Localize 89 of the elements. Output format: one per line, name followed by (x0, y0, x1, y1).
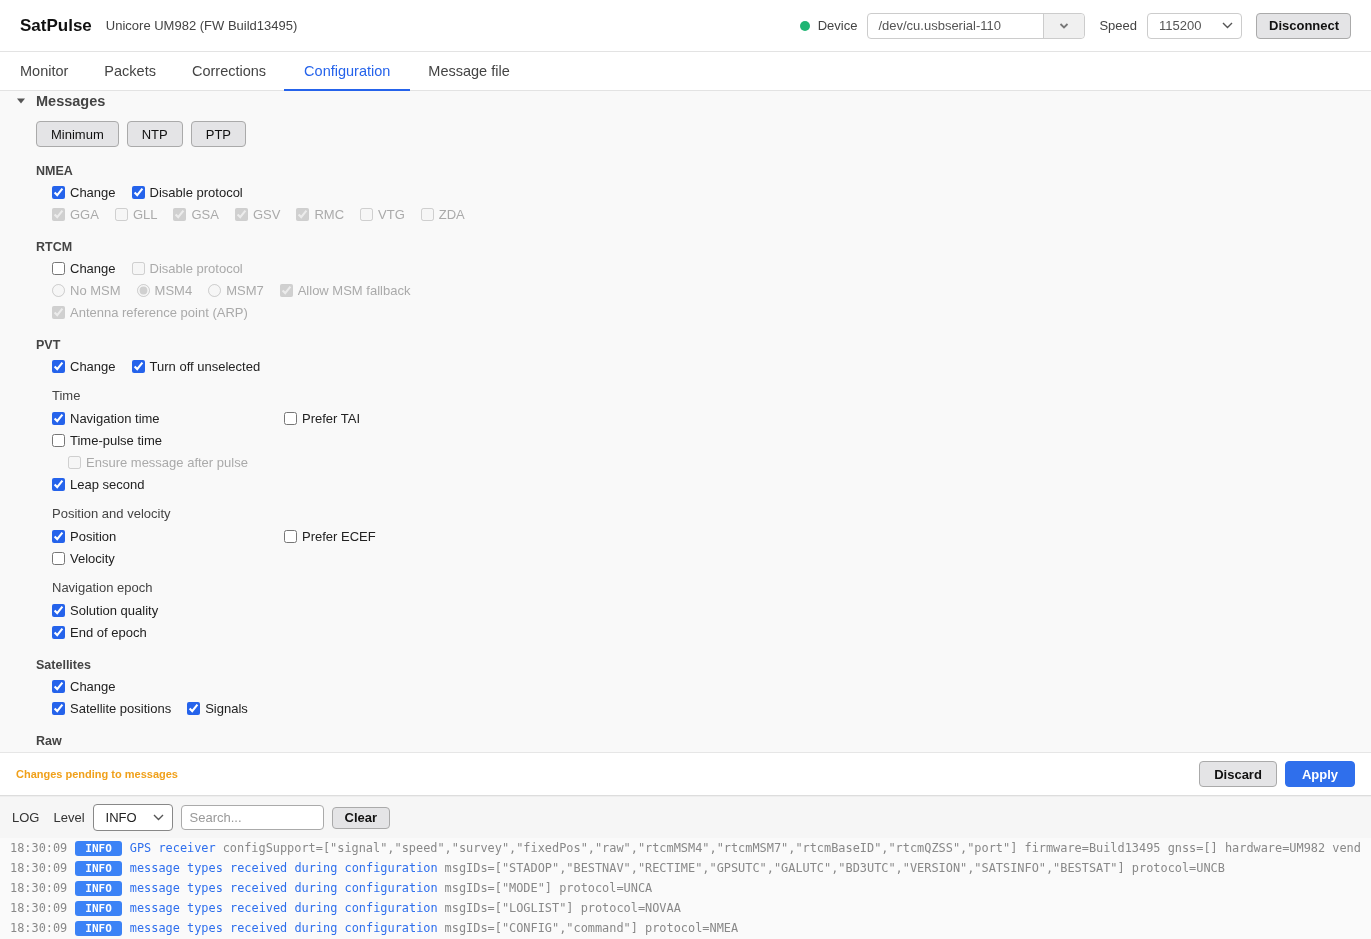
checkbox[interactable] (52, 625, 65, 639)
group-title: Satellites (36, 657, 92, 674)
level-badge: INFO (75, 900, 122, 916)
group-title: NMEA (36, 163, 74, 180)
log-fields: configSupport=["signal","speed","survey","fixedPos","raw","rtcmMSM4","rtcmMSM7","rtcmBaseID","rtcmQZSS","port"] firmware=Build13495 gnss=[] hardware=UM982 vend (222, 841, 1361, 855)
option-label[interactable]: Prefer TAI (302, 410, 361, 426)
log-fields: msgIDs=["CONFIG","command"] protocol=NMEA (444, 921, 739, 935)
checkbox[interactable] (187, 701, 201, 715)
option-label[interactable]: Leap second (70, 476, 145, 492)
log-message: GPS receiver (129, 841, 216, 855)
tab[interactable]: Corrections (173, 52, 285, 91)
log-time: 18:30:09 (10, 901, 68, 915)
subgroup-title: Navigation epoch (52, 579, 154, 597)
subgroup-title: Time (52, 387, 82, 405)
device-model: Unicore UM982 (FW Build13495) (105, 18, 298, 33)
log-message: message types received during configuration (129, 861, 438, 875)
subgroup-title: Position and velocity (52, 505, 172, 523)
checkbox[interactable] (52, 261, 65, 275)
checkbox[interactable] (52, 701, 65, 715)
checkbox[interactable] (131, 359, 145, 373)
log-time: 18:30:09 (10, 921, 68, 935)
log-title: LOG (12, 810, 40, 825)
speed-label: Speed (1099, 18, 1137, 33)
tab[interactable]: Packets (86, 52, 174, 91)
group-title: Raw (36, 733, 63, 750)
log-fields: msgIDs=["LOGLIST"] protocol=NOVAA (444, 901, 681, 915)
tab[interactable]: Monitor (2, 52, 87, 91)
option-label[interactable]: Change (70, 358, 116, 374)
log-time: 18:30:09 (10, 841, 68, 855)
checkbox[interactable] (52, 433, 65, 447)
option-label[interactable]: Navigation time (70, 410, 160, 426)
checkbox[interactable] (131, 185, 145, 199)
chevron-icon (1059, 22, 1070, 29)
option-label[interactable]: End of epoch (70, 624, 147, 640)
log-fields: msgIDs=["MODE"] protocol=UNCA (444, 881, 653, 895)
chevron-icon (1222, 22, 1233, 29)
checkbox[interactable] (284, 529, 297, 543)
tab[interactable]: Message file (410, 52, 528, 91)
log-fields: msgIDs=["STADOP","BESTNAV","RECTIME","GPSUTC","GALUTC","BD3UTC","VERSION","SATSINFO","BESTSAT"] protocol=UNCB (444, 861, 1225, 875)
checkbox[interactable] (52, 411, 65, 425)
disconnect-button[interactable]: Disconnect (1256, 12, 1351, 39)
speed-select[interactable]: 115200 (1147, 12, 1242, 39)
disclosure-triangle-icon[interactable] (16, 97, 26, 105)
device-label: Device (817, 18, 858, 33)
device-field[interactable]: /dev/cu.usbserial-110 (867, 12, 1086, 39)
clear-button[interactable]: Clear (331, 806, 391, 829)
log-message: message types received during configuration (129, 901, 438, 915)
pending-message: Changes pending to messages (16, 768, 178, 780)
checkbox[interactable] (52, 679, 65, 693)
log-message: message types received during configuration (129, 881, 438, 895)
chevron-icon (152, 814, 164, 821)
app-title: SatPulse (20, 15, 92, 36)
checkbox[interactable] (52, 603, 65, 617)
checkbox[interactable] (52, 551, 65, 565)
log-message: message types received during configuration (129, 921, 438, 935)
apply-button[interactable]: Apply (1284, 761, 1355, 787)
group-title: RTCM (36, 239, 74, 256)
log-time: 18:30:09 (10, 881, 68, 895)
checkbox[interactable] (52, 529, 65, 543)
option-label[interactable]: Solution quality (70, 602, 159, 618)
option-label[interactable]: Change (70, 184, 116, 200)
option-label[interactable]: Time-pulse time (70, 432, 162, 448)
option-label[interactable]: Disable protocol (149, 184, 243, 200)
level-select[interactable]: INFO (92, 804, 173, 831)
checkbox[interactable] (284, 411, 297, 425)
option-label[interactable]: Change (70, 678, 116, 694)
preset-button[interactable]: Minimum (36, 121, 119, 147)
checkbox[interactable] (52, 477, 65, 491)
preset-button[interactable]: NTP (126, 121, 183, 147)
level-badge: INFO (75, 880, 122, 896)
search-field[interactable]: Search... (180, 805, 324, 830)
section-title[interactable]: Messages (36, 93, 106, 109)
discard-button[interactable]: Discard (1199, 761, 1277, 787)
option-label[interactable]: Change (70, 260, 116, 276)
checkbox[interactable] (52, 185, 65, 199)
level-badge: INFO (75, 840, 122, 856)
option-label[interactable]: Position (70, 528, 117, 544)
level-label: Level (53, 810, 85, 825)
preset-button[interactable]: PTP (190, 121, 247, 147)
log-time: 18:30:09 (10, 861, 68, 875)
level-badge: INFO (75, 920, 122, 936)
option-label[interactable]: Satellite positions (70, 700, 172, 716)
option-label[interactable]: Signals (205, 700, 248, 716)
option-label[interactable]: Prefer ECEF (302, 528, 376, 544)
checkbox[interactable] (52, 359, 65, 373)
level-badge: INFO (75, 860, 122, 876)
option-label[interactable]: Turn off unselected (149, 358, 261, 374)
option-label[interactable]: Velocity (70, 550, 115, 566)
group-title: PVT (36, 337, 62, 354)
